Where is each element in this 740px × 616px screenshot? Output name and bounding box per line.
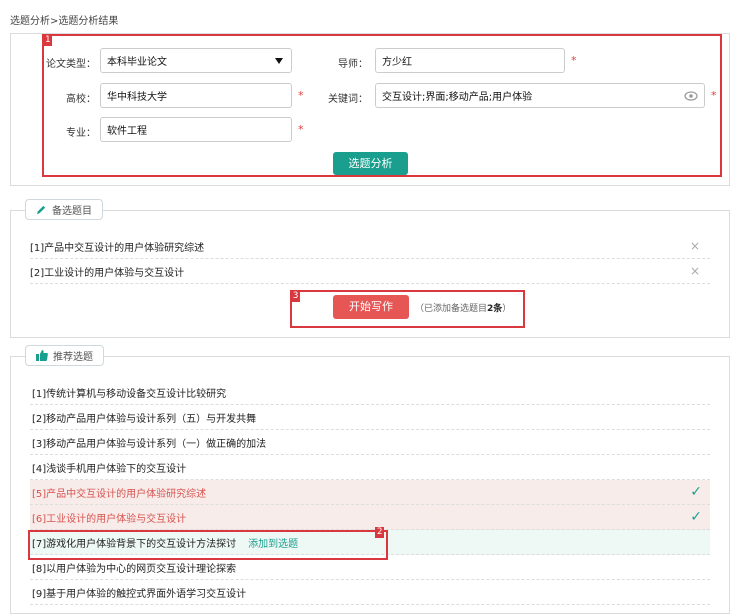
required-mark: *: [298, 123, 304, 136]
annotation-box-2: [28, 530, 388, 560]
keywords-label: 关键词：: [328, 94, 368, 105]
school-label: 高校：: [66, 94, 96, 105]
list-item[interactable]: [3]移动产品用户体验与设计系列（一）做正确的加法: [30, 430, 710, 455]
pencil-icon: [36, 205, 46, 215]
list-item[interactable]: [4]浅谈手机用户体验下的交互设计: [30, 455, 710, 480]
list-item-selected[interactable]: [6]工业设计的用户体验与交互设计 ✓: [30, 505, 710, 530]
annotation-label-1: 1: [43, 35, 53, 46]
list-item: [2]工业设计的用户体验与交互设计 ×: [30, 259, 710, 284]
check-icon: ✓: [690, 484, 702, 500]
advisor-field[interactable]: 方少红: [375, 48, 565, 73]
candidate-title: [2]工业设计的用户体验与交互设计: [30, 267, 185, 279]
check-icon: ✓: [690, 509, 702, 525]
candidate-list: [1]产品中交互设计的用户体验研究综述 × [2]工业设计的用户体验与交互设计 …: [30, 234, 710, 284]
breadcrumb: 选题分析>选题分析结果: [10, 16, 119, 27]
advisor-label: 导师：: [338, 59, 368, 70]
tab-recommend-label: 推荐选题: [53, 352, 93, 363]
eye-icon[interactable]: [684, 91, 698, 104]
remove-icon[interactable]: ×: [690, 239, 700, 253]
keywords-value: 交互设计;界面;移动产品;用户体验: [382, 92, 533, 103]
remove-icon[interactable]: ×: [690, 264, 700, 278]
thumbs-up-icon: [36, 350, 48, 361]
tab-candidates[interactable]: 备选题目: [25, 199, 103, 220]
list-item[interactable]: [9]基于用户体验的触控式界面外语学习交互设计: [30, 580, 710, 605]
major-value: 软件工程: [107, 126, 147, 137]
tab-recommend[interactable]: 推荐选题: [25, 345, 104, 366]
advisor-value: 方少红: [382, 57, 412, 68]
thesis-type-value: 本科毕业论文: [107, 57, 167, 68]
required-mark: *: [711, 89, 717, 102]
tab-candidates-label: 备选题目: [52, 206, 92, 217]
start-writing-button[interactable]: 开始写作: [333, 295, 409, 319]
thesis-type-select[interactable]: 本科毕业论文: [100, 48, 292, 73]
list-item: [1]产品中交互设计的用户体验研究综述 ×: [30, 234, 710, 259]
dropdown-arrow-icon: [275, 58, 283, 64]
annotation-label-2: 2: [375, 527, 385, 538]
school-value: 华中科技大学: [107, 92, 167, 103]
school-field[interactable]: 华中科技大学: [100, 83, 292, 108]
annotation-label-3: 3: [291, 291, 301, 302]
added-count-note: （已添加备选题目2条）: [415, 304, 512, 314]
major-label: 专业：: [66, 128, 96, 139]
major-field[interactable]: 软件工程: [100, 117, 292, 142]
list-item[interactable]: [1]传统计算机与移动设备交互设计比较研究: [30, 380, 710, 405]
list-item-selected[interactable]: [5]产品中交互设计的用户体验研究综述 ✓: [30, 480, 710, 505]
required-mark: *: [298, 89, 304, 102]
analyze-button[interactable]: 选题分析: [333, 152, 408, 175]
list-item[interactable]: [2]移动产品用户体验与设计系列（五）与开发共舞: [30, 405, 710, 430]
required-mark: *: [571, 54, 577, 67]
keywords-field[interactable]: 交互设计;界面;移动产品;用户体验: [375, 83, 705, 108]
thesis-type-label: 论文类型：: [46, 59, 96, 70]
candidate-title: [1]产品中交互设计的用户体验研究综述: [30, 242, 205, 254]
